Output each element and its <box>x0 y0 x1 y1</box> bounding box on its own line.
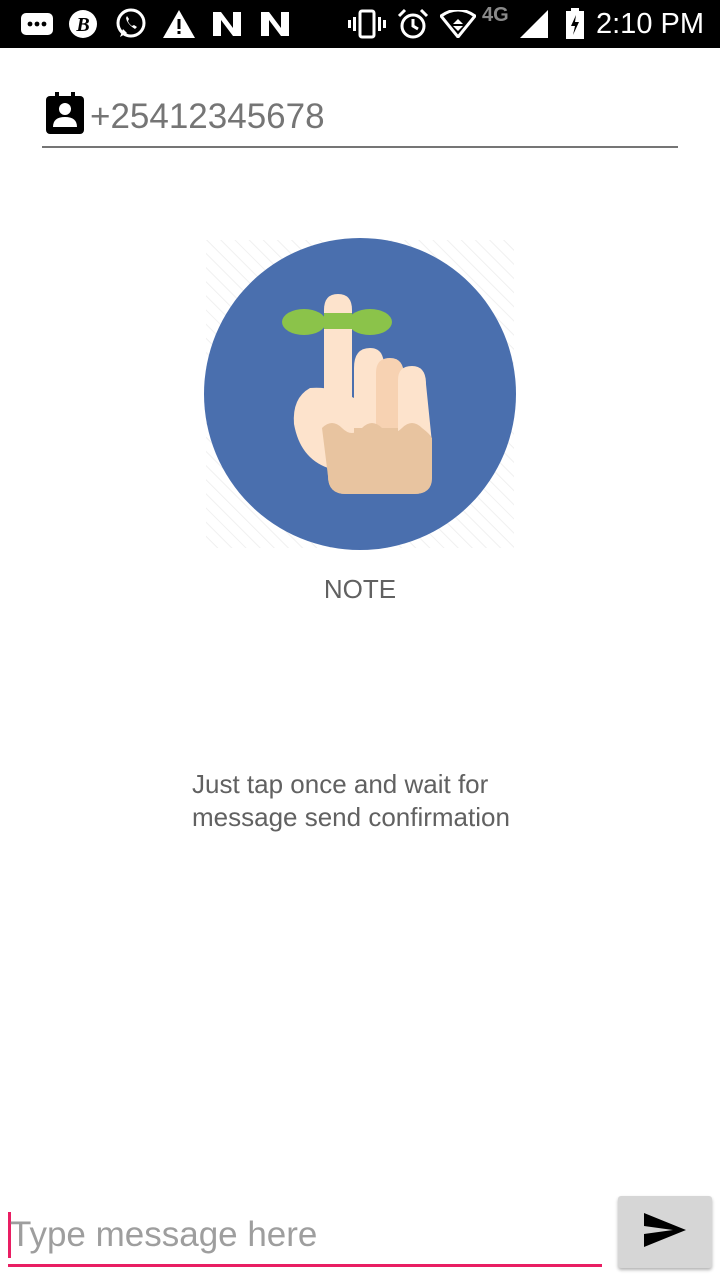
wifi-icon <box>440 8 476 40</box>
recipient-field-row[interactable] <box>42 88 678 148</box>
finger-ribbon-reminder-icon <box>204 238 516 550</box>
warning-icon <box>162 8 196 40</box>
battery-icon <box>564 8 586 40</box>
signal-icon <box>518 8 550 40</box>
message-field-wrap[interactable] <box>8 1206 602 1267</box>
note-title: NOTE <box>323 574 397 604</box>
svg-text:B: B <box>75 14 89 36</box>
recipient-phone-input[interactable] <box>90 94 670 140</box>
contact-icon[interactable] <box>46 92 86 134</box>
instruction-text: Just tap once and wait for message send … <box>192 769 510 832</box>
n-app-icon <box>210 8 244 40</box>
vibrate-icon <box>348 8 386 40</box>
status-bar: B 4G 2:10 PM <box>0 0 720 48</box>
whatsapp-icon <box>114 8 148 40</box>
messages-icon <box>20 8 54 40</box>
network-type-label: 4G <box>482 4 509 26</box>
message-input[interactable] <box>10 1212 596 1258</box>
send-button[interactable] <box>618 1196 712 1268</box>
alarm-icon <box>396 8 430 40</box>
status-time: 2:10 PM <box>596 8 704 40</box>
n-app-icon <box>258 8 292 40</box>
send-icon <box>643 1212 687 1253</box>
b-app-icon: B <box>66 8 100 40</box>
